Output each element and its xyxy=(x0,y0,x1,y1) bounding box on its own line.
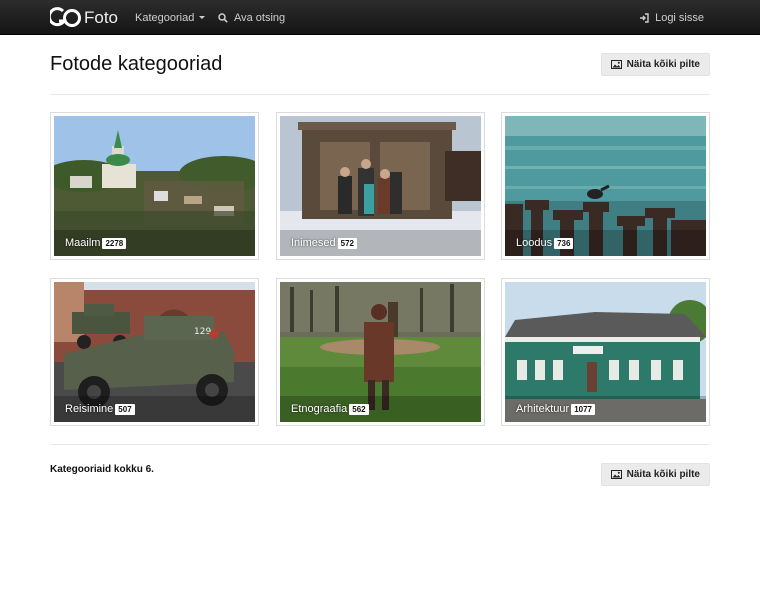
show-all-photos-button-bottom[interactable]: Näita kõiki pilte xyxy=(600,463,710,486)
photo-count-badge: 572 xyxy=(337,237,357,249)
category-photo: Inimesed 572 xyxy=(280,116,481,256)
login-link[interactable]: Logi sisse xyxy=(639,0,704,35)
category-name: Arhitektuur xyxy=(516,403,570,415)
divider xyxy=(50,444,710,445)
top-navbar: Foto Kategooriad Ava otsing Logi sisse xyxy=(0,0,760,35)
card-caption: Loodus 736 xyxy=(505,230,706,256)
show-all-photos-label: Näita kõiki pilte xyxy=(626,59,700,70)
category-card-arhitektuur[interactable]: Arhitektuur 1077 xyxy=(501,278,710,426)
category-photo: Arhitektuur 1077 xyxy=(505,282,706,422)
category-name: Reisimine xyxy=(65,403,114,415)
category-card-maailm[interactable]: Maailm 2278 xyxy=(50,112,259,260)
picture-icon xyxy=(610,60,622,69)
category-card-etnograafia[interactable]: Etnograafia 562 xyxy=(276,278,485,426)
page-title: Fotode kategooriad xyxy=(50,53,223,75)
total-suffix: . xyxy=(151,464,154,475)
photo-count-badge: 507 xyxy=(115,403,135,415)
sign-in-icon xyxy=(640,12,649,23)
picture-icon xyxy=(610,470,622,479)
category-photo: Etnograafia 562 xyxy=(280,282,481,422)
categories-total: Kategooriaid kokku 6. xyxy=(50,464,154,475)
category-photo: Loodus 736 xyxy=(505,116,706,256)
caret-down-icon xyxy=(199,16,206,19)
card-caption: Maailm 2278 xyxy=(54,230,255,256)
brand-name: Foto xyxy=(84,8,119,27)
category-card-inimesed[interactable]: Inimesed 572 xyxy=(276,112,485,260)
search-icon xyxy=(218,12,228,23)
divider xyxy=(50,94,710,95)
show-all-photos-label: Näita kõiki pilte xyxy=(626,469,700,480)
categories-dropdown[interactable]: Kategooriad xyxy=(135,0,206,35)
total-prefix: Kategooriaid kokku xyxy=(50,464,143,475)
category-name: Loodus xyxy=(516,237,553,249)
card-caption: Etnograafia 562 xyxy=(280,396,481,422)
card-caption: Reisimine 507 xyxy=(54,396,255,422)
category-name: Inimesed xyxy=(291,237,336,249)
category-card-loodus[interactable]: Loodus 736 xyxy=(501,112,710,260)
category-name: Etnograafia xyxy=(291,403,348,415)
photo-count-badge: 2278 xyxy=(102,237,127,249)
category-photo: 129 Reisimine 507 xyxy=(54,282,255,422)
photo-count-badge: 1077 xyxy=(571,403,595,415)
logo-icon xyxy=(50,7,81,27)
brand-link[interactable]: Foto xyxy=(50,6,118,30)
photo-count-badge: 562 xyxy=(349,403,369,415)
open-search-link[interactable]: Ava otsing xyxy=(218,0,285,35)
categories-dropdown-label: Kategooriad xyxy=(135,11,195,24)
photo-count-badge: 736 xyxy=(554,237,574,249)
category-photo: Maailm 2278 xyxy=(54,116,255,256)
card-caption: Inimesed 572 xyxy=(280,230,481,256)
card-caption: Arhitektuur 1077 xyxy=(505,396,706,422)
category-card-reisimine[interactable]: 129 Reisimine 507 xyxy=(50,278,259,426)
show-all-photos-button[interactable]: Näita kõiki pilte xyxy=(600,53,710,76)
open-search-label: Ava otsing xyxy=(234,11,286,24)
login-label: Logi sisse xyxy=(655,11,704,24)
category-name: Maailm xyxy=(65,237,101,249)
